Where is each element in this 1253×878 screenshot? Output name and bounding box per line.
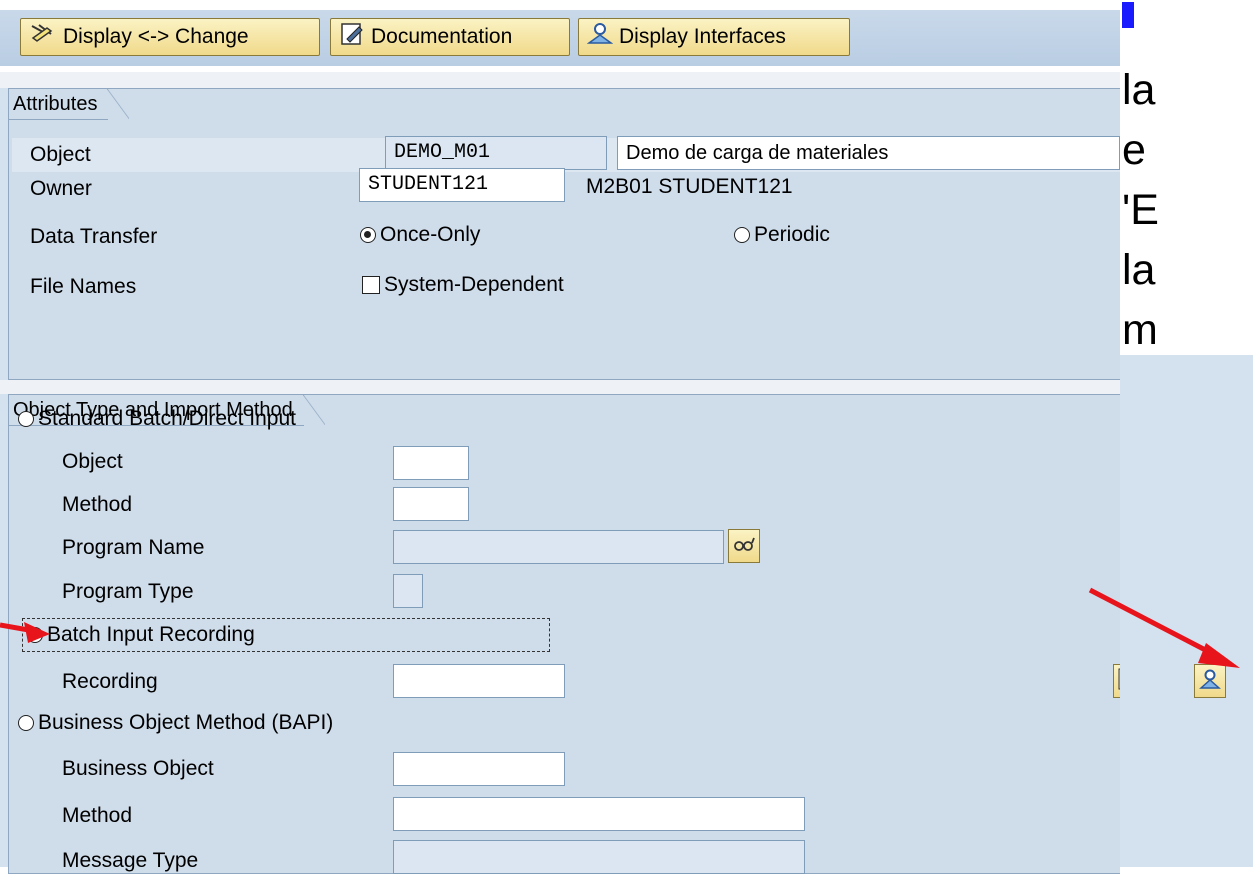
right-arrow-shaft <box>1088 587 1217 658</box>
annotation-arrows <box>0 587 1240 668</box>
left-arrow-head <box>24 622 50 643</box>
